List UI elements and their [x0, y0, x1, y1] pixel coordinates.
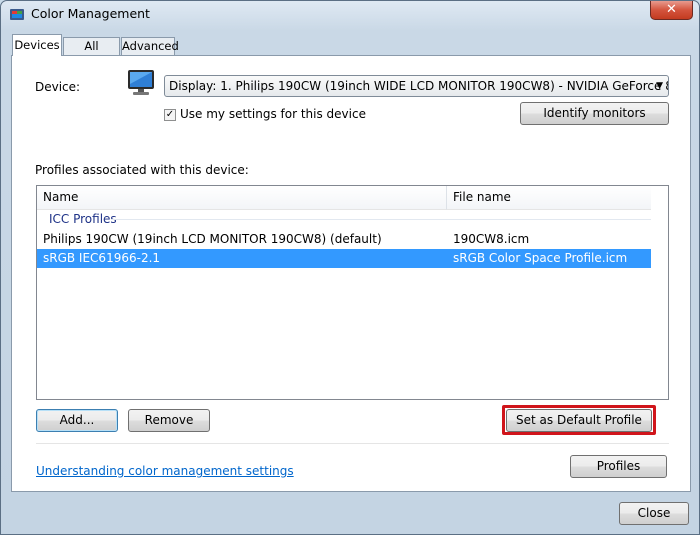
group-header-icc-profiles: ICC Profiles [39, 209, 667, 229]
group-label: ICC Profiles [49, 212, 117, 226]
tab-all-profiles[interactable]: All Profiles [63, 37, 120, 69]
remove-profile-button[interactable]: Remove [128, 409, 210, 432]
profile-file: 190CW8.icm [453, 232, 530, 246]
column-header-file-name[interactable]: File name [447, 186, 652, 210]
title-bar: Color Management ✕ [1, 1, 699, 29]
color-management-icon [10, 9, 24, 20]
window-title: Color Management [31, 6, 150, 21]
tab-advanced[interactable]: Advanced [121, 37, 179, 55]
tab-devices[interactable]: Devices [12, 34, 62, 56]
profile-name: Philips 190CW (19inch LCD MONITOR 190CW8… [43, 232, 382, 246]
profiles-button[interactable]: Profiles [570, 455, 667, 478]
separator [36, 443, 669, 444]
profile-row[interactable]: Philips 190CW (19inch LCD MONITOR 190CW8… [37, 230, 652, 249]
device-label: Device: [35, 80, 81, 94]
monitor-icon [128, 70, 154, 95]
profiles-section-label: Profiles associated with this device: [35, 163, 249, 177]
device-select-value: Display: 1. Philips 190CW (19inch WIDE L… [169, 79, 669, 93]
profiles-list[interactable]: Name File name ICC Profiles Philips 190C… [36, 185, 669, 400]
add-profile-button[interactable]: Add... [36, 409, 118, 432]
close-button[interactable]: Close [619, 502, 689, 525]
understanding-color-management-link[interactable]: Understanding color management settings [36, 464, 294, 478]
use-settings-label: Use my settings for this device [180, 107, 366, 121]
chevron-down-icon: ▼ [656, 81, 663, 91]
highlight-annotation [502, 405, 656, 435]
window-close-button[interactable]: ✕ [650, 1, 693, 20]
devices-panel: Device: Display: 1. Philips 190CW (19inc… [11, 55, 691, 492]
group-divider [111, 219, 663, 220]
use-settings-checkbox[interactable]: ✓ [164, 109, 176, 121]
device-select[interactable]: Display: 1. Philips 190CW (19inch WIDE L… [164, 75, 669, 97]
profile-row-selected[interactable]: sRGB IEC61966-2.1 sRGB Color Space Profi… [37, 249, 652, 268]
column-header-name[interactable]: Name [37, 186, 447, 210]
profile-name: sRGB IEC61966-2.1 [43, 251, 161, 265]
profile-file: sRGB Color Space Profile.icm [453, 251, 628, 265]
list-scrollbar [651, 186, 668, 399]
identify-monitors-button[interactable]: Identify monitors [520, 102, 669, 125]
color-management-window: Color Management ✕ Devices All Profiles … [0, 0, 700, 535]
